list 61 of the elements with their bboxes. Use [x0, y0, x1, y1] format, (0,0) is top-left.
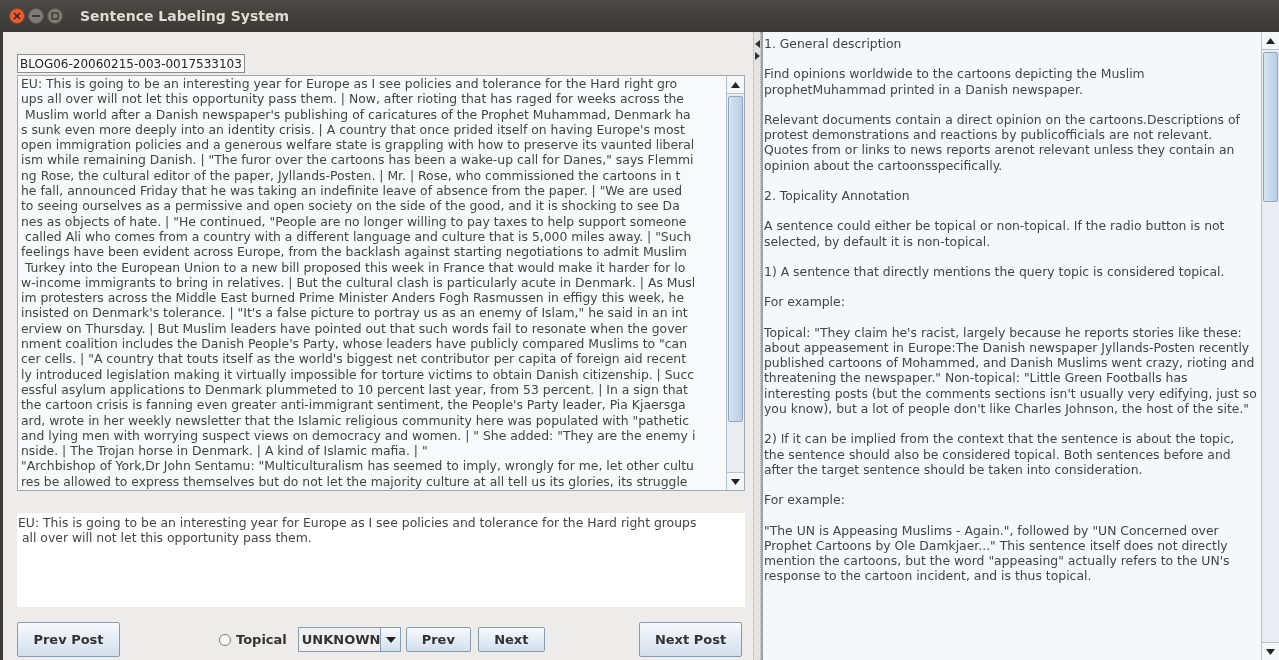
topical-radio[interactable]: [219, 633, 231, 646]
scroll-thumb[interactable]: [1263, 52, 1278, 202]
scrollbar[interactable]: [726, 76, 744, 490]
scroll-thumb[interactable]: [728, 96, 743, 422]
dropdown-caret-icon: [385, 636, 396, 643]
post-text-line: ng Rose, the cultural editor of the paper, Jyllands-Posten. | Mr. | Rose, who commissioned the cartoons in t: [21, 167, 682, 184]
maximize-icon[interactable]: [47, 8, 63, 24]
guideline-paragraph: For example:: [764, 294, 846, 310]
scroll-up-icon[interactable]: [727, 76, 744, 94]
post-text-line: ard, wrote in her weekly newsletter that the Islamic religious community here was populated with "pathetic: [21, 412, 691, 428]
post-text-line: cer cells. | "A country that touts itself as the world's biggest net contributor per capita of foreign aid recent: [21, 351, 688, 367]
post-text-line: open immigration policies and a generous welfare state is grappling with how to preserve its vaunted liberal: [21, 137, 696, 153]
guideline-paragraph: 1) A sentence that directly mentions the query topic is considered topical.: [764, 263, 1226, 280]
next-post-button[interactable]: Next Post: [639, 622, 742, 657]
scroll-down-icon[interactable]: [727, 472, 744, 490]
guideline-paragraph: 2) If it can be implied from the context that the sentence is about the topic, the sentence should also be considered topical. Both sentences before and after the target sentence should be taken into consideration.: [764, 431, 1236, 478]
post-text-line: ism while remaining Danish. | "The furor over the cartoons has been a wake-up call for Danes," says Flemmi: [21, 152, 695, 168]
guideline-paragraph: "The UN is Appeasing Muslims - Again.", followed by "UN Concerned over Prophet Cartoons by Ole Damkjaer..." This sentence itself does not directly mention the cartoons, but the word "appeasing" actually refers to the UN's response to the cartoon incident, and is thus topical.: [764, 522, 1231, 584]
post-text-line: EU: This is going to be an interesting year for Europe as I see policies and tolerance for the Hard right gro: [21, 76, 679, 92]
post-text-line: res be allowed to express themselves but do not let the majority culture at all tell us its glories, its struggle: [21, 473, 689, 489]
scroll-up-icon[interactable]: [1262, 32, 1279, 50]
post-text-line: essful asylum applications to Denmark plummeted to 10 percent last year, from 53 percent. | In a sign that: [21, 381, 689, 398]
label-dropdown[interactable]: UNKNOWN: [297, 627, 401, 652]
scrollbar[interactable]: [1261, 32, 1279, 660]
post-text-line: and lying men with worrying suspect views on democracy and women. | " She added: "They are the enemy i: [21, 427, 697, 444]
post-text-line: nment coalition includes the Danish People's Party, whose leaders have publicly compared Muslims to "can: [21, 336, 689, 352]
topical-label: Topical: [236, 630, 287, 649]
post-text-line: s sunk even more deeply into an identity crisis. | A country that once prided itself on having Europe's most: [21, 121, 686, 138]
guideline-paragraph: Find opinions worldwide to the cartoons depicting the Muslim prophetMuhammad printed in a Danish newspaper.: [764, 66, 1146, 97]
scroll-down-icon[interactable]: [1262, 642, 1279, 660]
post-text-line: ly introduced legislation making it virtually impossible for torture victims to obtain Danish citizenship. | Succ: [21, 366, 696, 382]
post-text-line: nside. | The Trojan horse in Denmark. | A kind of Islamic mafia. | ": [21, 443, 429, 459]
close-icon[interactable]: [9, 8, 25, 24]
post-text-line: he fall, announced Friday that he was taking an indefinite leave of absence from the paper. | "We are used: [21, 183, 684, 199]
post-text-line: "Archbishop of York,Dr John Sentamu: "Multiculturalism has seemed to imply, wrongly for me, let other cultu: [21, 458, 695, 474]
post-text-line: Muslim world after a Danish newspaper's publishing of caricatures of the Prophet Muhammad, Denmark ha: [23, 106, 692, 122]
post-text-line: called Ali who comes from a country with a different language and culture that is 5,000 miles away. | "Such: [23, 228, 693, 245]
next-button[interactable]: Next: [477, 627, 545, 652]
guideline-paragraph: 1. General description: [764, 36, 903, 52]
post-id-field[interactable]: BLOG06-20060215-003-0017533103: [17, 54, 245, 73]
guideline-paragraph: A sentence could either be topical or non-topical. If the radio button is not selected, by default it is non-topical.: [764, 218, 1226, 249]
guideline-paragraph: Relevant documents contain a direct opinion on the cartoons.Descriptions of protest demonstrations and reactions by publicofficials are not relevant. Quotes from or links to news reports arenot relevant unless they contain an opinion about the cartoonsspecifically.: [764, 111, 1241, 174]
post-text-line: to seeing ourselves as a permissive and open society on the side of the good, and it is shocking to see Da: [21, 198, 681, 214]
post-text-line: feelings have been evident across Europe, from the backlash against starting negotiations to admit Muslim: [21, 244, 688, 260]
post-text-line: ups all over will not let this opportunity pass them. | Now, after rioting that has raged for weeks across the: [21, 91, 685, 107]
sentence-text-area[interactable]: EU: This is going to be an interesting year for Europe as I see policies and tolerance for the Hard right groups all over will not let this opportunity pass them.: [17, 513, 745, 607]
post-text-line: insisted on Denmark's tolerance. | "It's a false picture to portray us as an enemy of Islam," he said in an int: [21, 305, 689, 321]
post-text-line: w-income immigrants to bring in relatives. | But the cultural clash is particularly acute in Denmark. | As Musl: [21, 274, 697, 291]
guideline-paragraph: 2. Topicality Annotation: [764, 188, 911, 204]
post-text-area[interactable]: [17, 75, 745, 491]
window-title: Sentence Labeling System: [80, 6, 290, 26]
minimize-icon[interactable]: [28, 8, 44, 24]
post-text-line: nes as objects of hate. | "He continued, "People are no longer willing to pay taxes to help support someone: [21, 213, 688, 229]
post-text-line: erview on Thursday. | But Muslim leaders have pointed out that such words fail to resonate when the gover: [21, 320, 689, 337]
post-text-line: Turkey into the European Union to a new bill proposed this week in France that would make it harder for lo: [23, 259, 687, 275]
post-text-line: im protesters across the Middle East burned Prime Minister Anders Fogh Rasmussen in effigy this week, he: [21, 290, 686, 306]
guideline-paragraph: Topical: "They claim he's racist, largely because he reports stories like these: about appeasement in Europe:The Danish newspaper Jyllands-Posten recently published cartoons of Mohammed, and Danish Muslims went crazy, rioting and threatening the newspaper." Non-topical: "Little Green Footballs has interesting posts (but the comments sections isn't usually very edifying, just so you know), but a lot of people don't like Charles Johnson, the host of the site.": [764, 324, 1257, 417]
guideline-paragraph: For example:: [764, 492, 846, 508]
post-text-line: the cartoon crisis is fanning even greater anti-immigrant sentiment, the People's Party leader, Pia Kjaersga: [21, 397, 687, 413]
prev-post-button[interactable]: Prev Post: [17, 622, 120, 657]
prev-button[interactable]: Prev: [405, 627, 471, 652]
